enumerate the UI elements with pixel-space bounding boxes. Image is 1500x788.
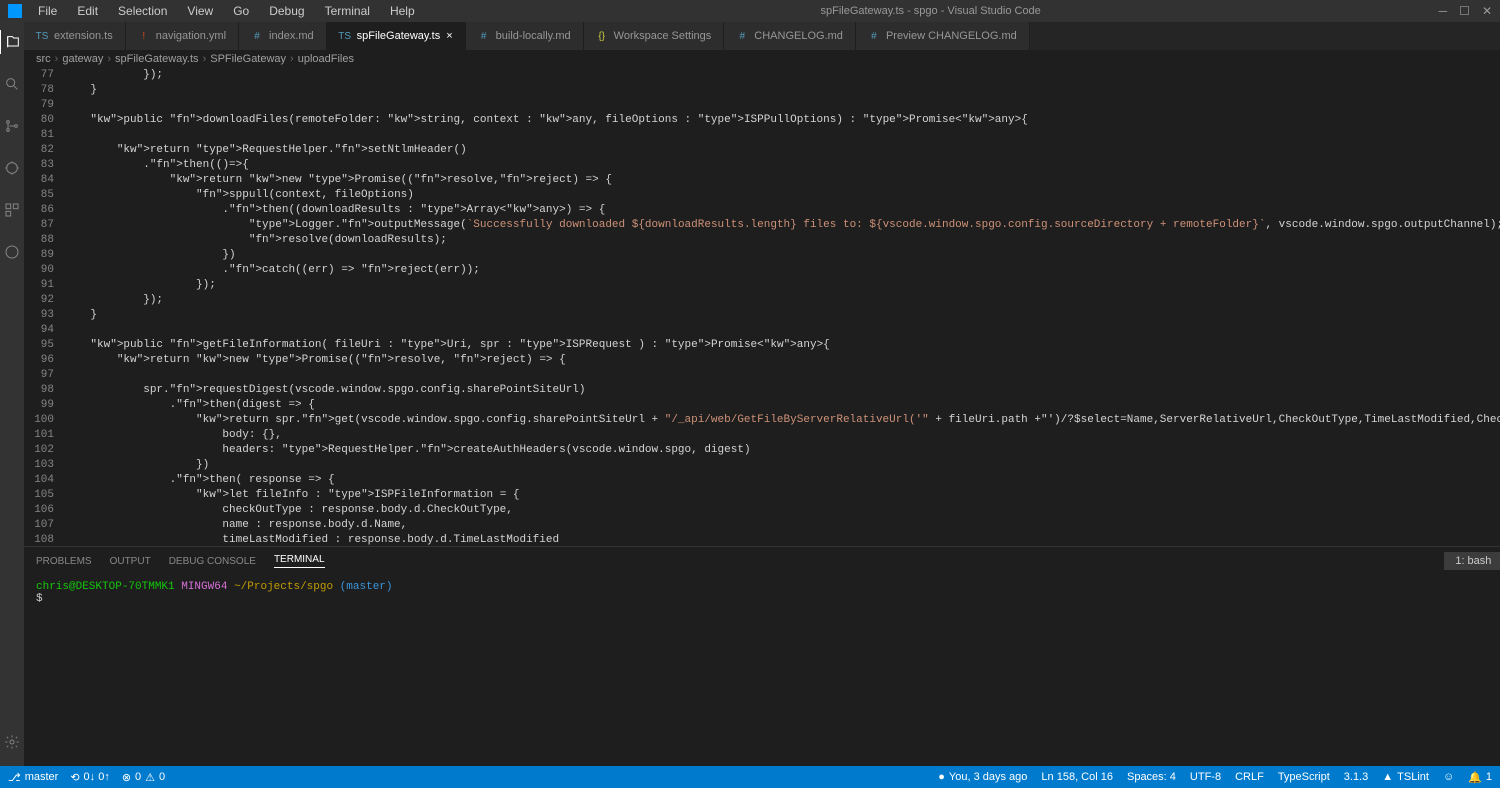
tab-close-icon[interactable]: × (446, 30, 452, 42)
menu-view[interactable]: View (179, 2, 221, 20)
yml-file-icon: ! (138, 30, 150, 42)
status-spaces[interactable]: Spaces: 4 (1127, 771, 1176, 783)
code-content[interactable]: }); } "kw">public "fn">downloadFiles(rem… (64, 68, 1500, 546)
status-position[interactable]: Ln 158, Col 16 (1041, 771, 1113, 783)
menu-selection[interactable]: Selection (110, 2, 175, 20)
spgo-icon[interactable] (0, 240, 24, 264)
panel-tab-terminal[interactable]: Terminal (274, 554, 325, 568)
source-control-icon[interactable] (0, 114, 24, 138)
breadcrumb-item[interactable]: SPFileGateway (210, 53, 286, 65)
vscode-logo-icon (8, 4, 22, 18)
activity-bar (0, 22, 24, 766)
extensions-icon[interactable] (0, 198, 24, 222)
tab-label: CHANGELOG.md (754, 30, 843, 42)
menu-edit[interactable]: Edit (69, 2, 106, 20)
breadcrumb-item[interactable]: uploadFiles (298, 53, 354, 65)
status-branch[interactable]: ⎇ master (8, 771, 58, 784)
panel-actions: 1: bash+▥🗑^▢✕ (1444, 552, 1500, 570)
menu-file[interactable]: File (30, 2, 65, 20)
editor-tab[interactable]: # index.md (239, 22, 327, 50)
status-language[interactable]: TypeScript (1278, 771, 1330, 783)
statusbar: ⎇ master ⟲ 0↓ 0↑ ⊗ 0 ⚠ 0 ● You, 3 days a… (0, 766, 1500, 788)
tab-label: spFileGateway.ts (357, 30, 441, 42)
editor-tab[interactable]: TS spFileGateway.ts × (327, 22, 466, 50)
breadcrumb-separator: › (290, 53, 294, 65)
breadcrumb-item[interactable]: gateway (62, 53, 103, 65)
menu-help[interactable]: Help (382, 2, 423, 20)
tab-label: Workspace Settings (614, 30, 712, 42)
close-icon[interactable]: ✕ (1482, 4, 1492, 18)
terminal-prompt[interactable]: $ (36, 593, 1500, 605)
debug-icon[interactable] (0, 156, 24, 180)
breadcrumb-separator: › (107, 53, 111, 65)
breadcrumb[interactable]: src›gateway›spFileGateway.ts›SPFileGatew… (24, 50, 1500, 68)
terminal-env: MINGW64 (181, 581, 234, 593)
terminal-path: ~/Projects/spgo (234, 581, 333, 593)
menu-terminal[interactable]: Terminal (317, 2, 378, 20)
ts-file-icon: TS (339, 30, 351, 42)
editor-tabs: TS extension.ts! navigation.yml # index.md TS… (24, 22, 1500, 50)
tab-label: navigation.yml (156, 30, 226, 42)
minimize-icon[interactable]: ─ (1439, 4, 1448, 18)
tab-label: Preview CHANGELOG.md (886, 30, 1017, 42)
titlebar: FileEditSelectionViewGoDebug TerminalHelp… (0, 0, 1500, 22)
editor-tab[interactable]: # Preview CHANGELOG.md (856, 22, 1030, 50)
window-controls: ─ ☐ ✕ (1439, 4, 1492, 18)
ts-file-icon: TS (36, 30, 48, 42)
md-file-icon: # (251, 30, 263, 42)
tab-label: index.md (269, 30, 314, 42)
status-bell-icon[interactable]: 🔔 1 (1468, 771, 1492, 784)
tab-label: build-locally.md (496, 30, 571, 42)
status-feedback-icon[interactable]: ☺ (1443, 771, 1454, 783)
panel-tab-output[interactable]: Output (110, 556, 151, 567)
explorer-icon[interactable] (0, 30, 23, 54)
terminal-branch: (master) (340, 581, 393, 593)
breadcrumb-item[interactable]: spFileGateway.ts (115, 53, 199, 65)
json-file-icon: {} (596, 30, 608, 42)
status-encoding[interactable]: UTF-8 (1190, 771, 1221, 783)
breadcrumb-separator: › (55, 53, 59, 65)
status-version[interactable]: 3.1.3 (1344, 771, 1368, 783)
editor-tab[interactable]: ! navigation.yml (126, 22, 239, 50)
window-title: spFileGateway.ts - spgo - Visual Studio … (423, 5, 1439, 17)
menu-bar: FileEditSelectionViewGoDebug TerminalHelp (30, 2, 423, 20)
tab-label: extension.ts (54, 30, 113, 42)
line-gutter: 77 78 79 80 81 82 83 84 85 86 87 88 89 9… (24, 68, 64, 546)
breadcrumb-item[interactable]: src (36, 53, 51, 65)
code-editor[interactable]: 77 78 79 80 81 82 83 84 85 86 87 88 89 9… (24, 68, 1500, 546)
md-file-icon: # (736, 30, 748, 42)
menu-go[interactable]: Go (225, 2, 257, 20)
terminal-user: chris@DESKTOP-70TMMK1 (36, 581, 175, 593)
maximize-icon[interactable]: ☐ (1459, 4, 1470, 18)
search-icon[interactable] (0, 72, 24, 96)
editor-area: TS extension.ts! navigation.yml # index.md TS… (24, 22, 1500, 766)
editor-tab[interactable]: TS extension.ts (24, 22, 126, 50)
status-sync[interactable]: ⟲ 0↓ 0↑ (70, 771, 110, 784)
terminal-content[interactable]: chris@DESKTOP-70TMMK1 MINGW64 ~/Projects… (24, 575, 1500, 766)
menu-debug[interactable]: Debug (261, 2, 312, 20)
editor-tab[interactable]: # build-locally.md (466, 22, 584, 50)
terminal-select[interactable]: 1: bash (1444, 552, 1500, 570)
panel-tabs: Problems Output Debug Console Terminal 1: ba… (24, 547, 1500, 575)
status-errors[interactable]: ⊗ 0 ⚠ 0 (122, 771, 165, 784)
panel-tab-debug-console[interactable]: Debug Console (169, 556, 256, 567)
status-tslint[interactable]: ▲ TSLint (1382, 771, 1429, 783)
status-blame[interactable]: ● You, 3 days ago (938, 771, 1027, 783)
breadcrumb-separator: › (203, 53, 207, 65)
editor-tab[interactable]: {} Workspace Settings (584, 22, 725, 50)
md-file-icon: # (478, 30, 490, 42)
status-eol[interactable]: CRLF (1235, 771, 1264, 783)
editor-tab[interactable]: # CHANGELOG.md (724, 22, 856, 50)
settings-gear-icon[interactable] (0, 730, 24, 754)
bottom-panel: Problems Output Debug Console Terminal 1: ba… (24, 546, 1500, 766)
panel-tab-problems[interactable]: Problems (36, 556, 92, 567)
md-file-icon: # (868, 30, 880, 42)
